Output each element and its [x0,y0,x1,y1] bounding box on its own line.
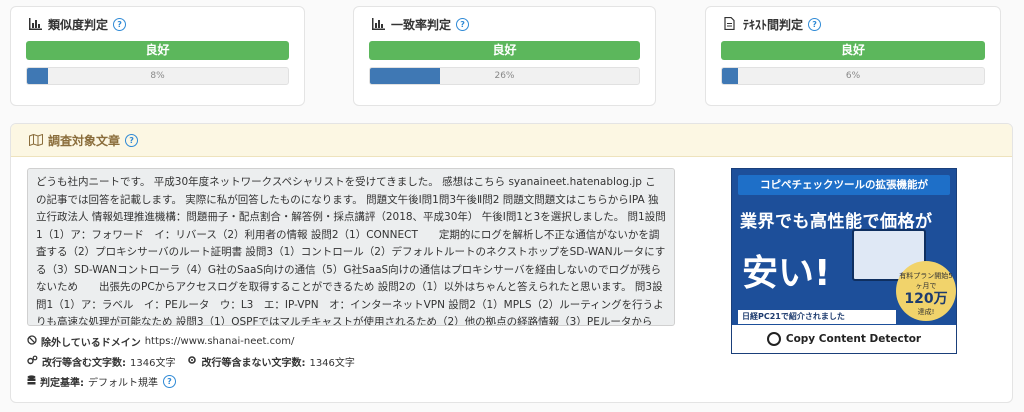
text-compare-card-header: ﾃｷｽﾄ間判定 ? [706,7,1000,41]
help-icon[interactable]: ? [125,133,139,147]
ad-banner[interactable]: コピペチェックツールの拡張機能が 業界でも高性能で価格が 安い! 有料プラン開始… [731,168,957,354]
panel-title: 調査対象文章 [48,133,121,148]
ad-stamp-top: 有料プラン開始5ヶ月で [899,272,953,290]
similarity-card-header: 類似度判定 ? [11,7,304,41]
match-rate-progress-label: 26% [494,71,515,81]
ad-stamp: 有料プラン開始5ヶ月で 120万 達成! [896,261,956,321]
help-icon[interactable]: ? [456,17,470,31]
text-compare-card: ﾃｷｽﾄ間判定 ? 良好 6% [705,6,1001,106]
with-newline-label: 改行等含む文字数: [42,358,126,369]
ad-stamp-big: 120万 [904,291,948,307]
criteria-label: 判定基準: [40,378,84,389]
database-icon [27,375,36,388]
ad-footer-text: Copy Content Detector [785,333,922,345]
without-newline-label: 改行等含まない文字数: [201,358,306,369]
map-icon [29,134,43,146]
bar-chart-icon [29,18,43,30]
match-rate-status-badge: 良好 [369,41,640,60]
similarity-title: 類似度判定 [48,17,109,32]
gear-icon [187,355,197,368]
bar-chart-icon [372,18,386,30]
similarity-card: 類似度判定 ? 良好 8% [10,6,305,106]
text-compare-progress-bar: 6% [721,67,985,85]
help-icon[interactable]: ? [163,375,176,388]
magnifier-icon [766,332,781,346]
similarity-progress-bar: 8% [26,67,289,85]
excluded-domain-label: 除外しているドメイン [41,338,141,349]
match-rate-progress-bar: 26% [369,67,640,85]
target-text-area[interactable]: どうも社内ニートです。 平成30年度ネットワークスペシャリストを受けてきました。… [27,168,675,326]
match-rate-card: 一致率判定 ? 良好 26% [353,6,656,106]
excluded-domain-value: https://www.shanai-neet.com/ [144,336,295,347]
text-compare-progress-label: 6% [845,71,861,81]
similarity-status-badge: 良好 [26,41,289,60]
with-newline-value: 1346文字 [130,358,176,369]
ad-press: 日経PC21で紹介されました [738,310,896,324]
help-icon[interactable]: ? [113,17,127,31]
ban-icon [27,335,37,348]
text-compare-status-badge: 良好 [721,41,985,60]
match-rate-card-header: 一致率判定 ? [354,7,655,41]
text-compare-title: ﾃｷｽﾄ間判定 [743,17,804,32]
similarity-progress-label: 8% [150,71,165,81]
char-count-row: 改行等含む文字数: 1346文字 改行等含まない文字数: 1346文字 [27,354,355,369]
ad-headline: コピペチェックツールの拡張機能が [738,175,950,195]
file-text-icon [724,17,738,30]
criteria-value: デフォルト規準 [88,378,158,389]
ad-line3: 安い! [742,253,831,294]
ad-footer: Copy Content Detector [732,325,956,353]
cogs-icon [27,355,38,368]
criteria-row: 判定基準: デフォルト規準 ? [27,374,176,389]
ad-stamp-bottom: 達成! [917,308,935,316]
without-newline-value: 1346文字 [309,358,355,369]
match-rate-title: 一致率判定 [391,17,452,32]
help-icon[interactable]: ? [808,17,822,31]
target-text-panel-header: 調査対象文章 ? [11,124,1012,157]
excluded-domain-row: 除外しているドメイン https://www.shanai-neet.com/ [27,334,294,349]
target-text-panel: 調査対象文章 ? どうも社内ニートです。 平成30年度ネットワークスペシャリスト… [10,123,1013,403]
